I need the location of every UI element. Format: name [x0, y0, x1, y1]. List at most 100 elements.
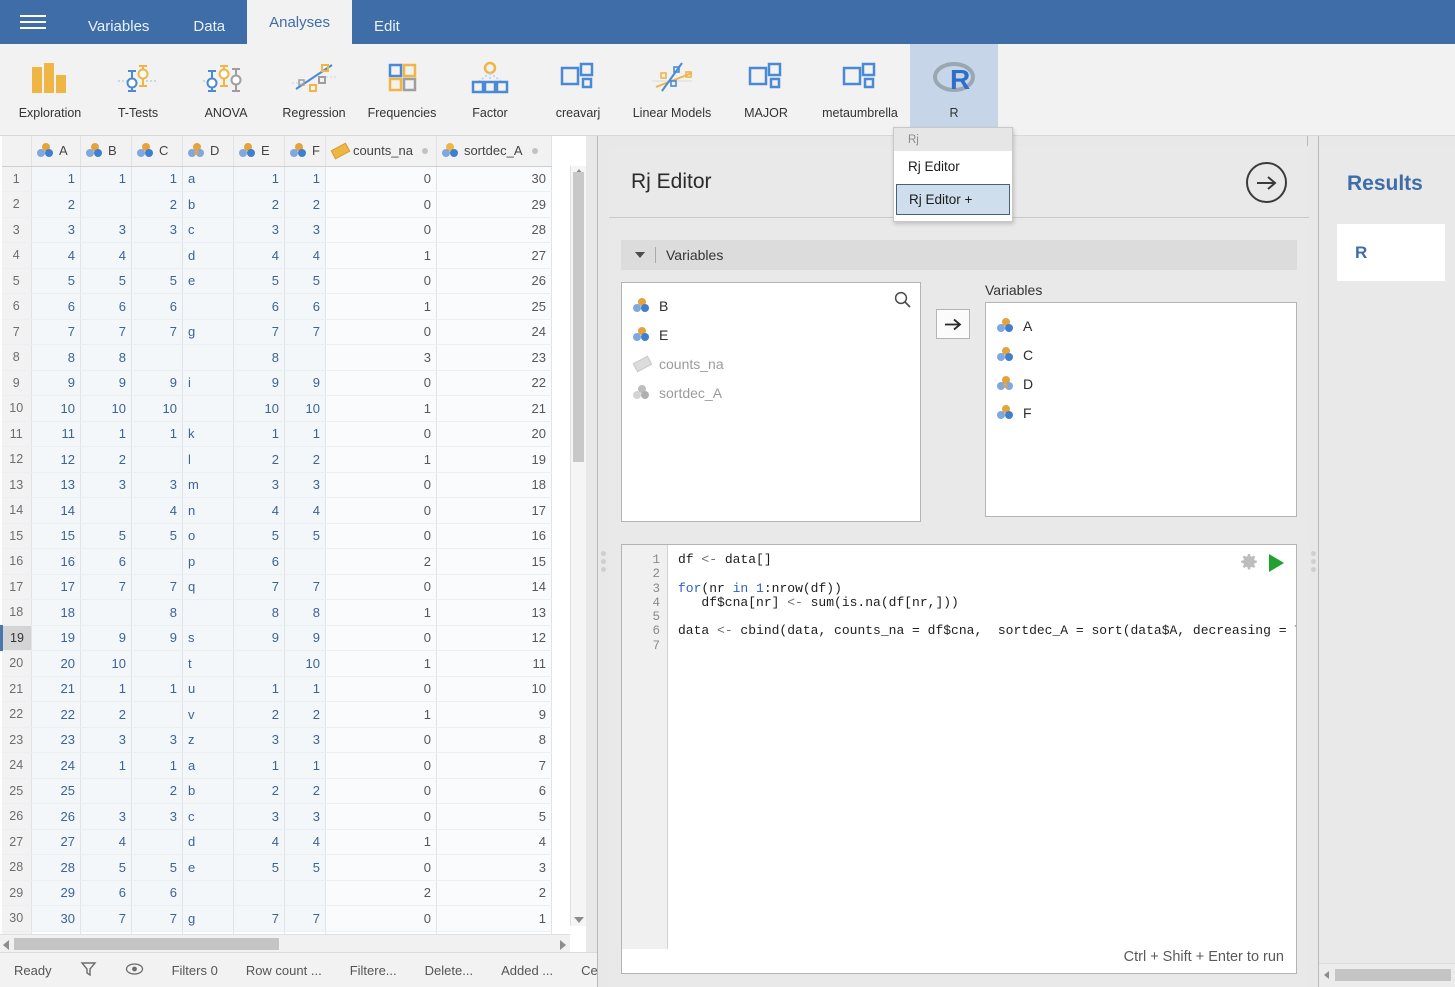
row-header[interactable]: 30: [2, 906, 32, 932]
cell-D-28[interactable]: e: [183, 855, 234, 881]
cell-C-18[interactable]: 8: [132, 600, 183, 626]
target-variables-list[interactable]: A C aD F: [985, 302, 1297, 517]
cell-B-26[interactable]: 3: [81, 804, 132, 830]
cell-A-30[interactable]: 30: [32, 906, 81, 932]
cell-C-24[interactable]: 1: [132, 753, 183, 779]
cell-E-8[interactable]: 8: [234, 345, 285, 371]
cell-counts_na-4[interactable]: 1: [325, 243, 436, 269]
cell-D-29[interactable]: [183, 880, 234, 906]
cell-D-17[interactable]: q: [183, 574, 234, 600]
cell-sortdec_A-25[interactable]: 6: [436, 778, 551, 804]
tab-data[interactable]: Data: [171, 8, 247, 44]
cell-C-16[interactable]: [132, 549, 183, 575]
cell-F-27[interactable]: 4: [285, 829, 326, 855]
cell-C-7[interactable]: 7: [132, 319, 183, 345]
cell-sortdec_A-30[interactable]: 1: [436, 906, 551, 932]
row-header[interactable]: 23: [2, 727, 32, 753]
cell-A-20[interactable]: 20: [32, 651, 81, 677]
cell-B-8[interactable]: 8: [81, 345, 132, 371]
cell-A-23[interactable]: 23: [32, 727, 81, 753]
ribbon-creavarj[interactable]: creavarj: [534, 44, 622, 134]
cell-A-18[interactable]: 18: [32, 600, 81, 626]
r-code-editor[interactable]: 1234567 df <- data[] for(nr in 1:nrow(df…: [621, 544, 1297, 974]
cell-C-30[interactable]: 7: [132, 906, 183, 932]
ribbon-factor[interactable]: Factor: [446, 44, 534, 134]
cell-C-15[interactable]: 5: [132, 523, 183, 549]
cell-E-12[interactable]: 2: [234, 447, 285, 473]
cell-sortdec_A-17[interactable]: 14: [436, 574, 551, 600]
table-row[interactable]: 212111u11010: [2, 676, 552, 702]
cell-F-3[interactable]: 3: [285, 217, 326, 243]
cell-A-2[interactable]: 2: [32, 192, 81, 218]
cell-E-3[interactable]: 3: [234, 217, 285, 243]
cell-B-21[interactable]: 1: [81, 676, 132, 702]
cell-F-15[interactable]: 5: [285, 523, 326, 549]
cell-B-29[interactable]: 6: [81, 880, 132, 906]
table-row[interactable]: 222b22029: [2, 192, 552, 218]
cell-F-22[interactable]: 2: [285, 702, 326, 728]
arrow-right-circle-icon[interactable]: [1246, 162, 1287, 203]
cell-sortdec_A-27[interactable]: 4: [436, 829, 551, 855]
results-item-r[interactable]: R: [1337, 224, 1445, 281]
cell-C-13[interactable]: 3: [132, 472, 183, 498]
cell-sortdec_A-23[interactable]: 8: [436, 727, 551, 753]
cell-counts_na-15[interactable]: 0: [325, 523, 436, 549]
row-header[interactable]: 14: [2, 498, 32, 524]
row-header[interactable]: 7: [2, 319, 32, 345]
cell-E-28[interactable]: 5: [234, 855, 285, 881]
cell-C-28[interactable]: 5: [132, 855, 183, 881]
cell-B-18[interactable]: [81, 600, 132, 626]
cell-D-1[interactable]: a: [183, 166, 234, 192]
list-item[interactable]: sortdec_A: [628, 378, 914, 407]
cell-F-5[interactable]: 5: [285, 268, 326, 294]
cell-D-13[interactable]: m: [183, 472, 234, 498]
cell-E-18[interactable]: 8: [234, 600, 285, 626]
cell-counts_na-30[interactable]: 0: [325, 906, 436, 932]
cell-F-16[interactable]: [285, 549, 326, 575]
cell-D-5[interactable]: e: [183, 268, 234, 294]
cell-F-6[interactable]: 6: [285, 294, 326, 320]
cell-counts_na-13[interactable]: 0: [325, 472, 436, 498]
scroll-thumb[interactable]: [1335, 969, 1451, 981]
results-horizontal-scrollbar[interactable]: [1319, 963, 1455, 987]
cell-D-11[interactable]: k: [183, 421, 234, 447]
row-header[interactable]: 28: [2, 855, 32, 881]
cell-E-13[interactable]: 3: [234, 472, 285, 498]
table-row[interactable]: 303077g7701: [2, 906, 552, 932]
cell-sortdec_A-19[interactable]: 12: [436, 625, 551, 651]
cell-E-20[interactable]: [234, 651, 285, 677]
row-header[interactable]: 18: [2, 600, 32, 626]
cell-sortdec_A-21[interactable]: 10: [436, 676, 551, 702]
cell-counts_na-6[interactable]: 1: [325, 294, 436, 320]
cell-C-8[interactable]: [132, 345, 183, 371]
code-text-area[interactable]: df <- data[] for(nr in 1:nrow(df)) df$cn…: [668, 545, 1296, 949]
eye-icon[interactable]: [111, 962, 158, 979]
cell-F-2[interactable]: 2: [285, 192, 326, 218]
cell-counts_na-11[interactable]: 0: [325, 421, 436, 447]
cell-A-21[interactable]: 21: [32, 676, 81, 702]
cell-F-8[interactable]: [285, 345, 326, 371]
row-header[interactable]: 19: [2, 625, 32, 651]
cell-sortdec_A-26[interactable]: 5: [436, 804, 551, 830]
cell-counts_na-27[interactable]: 1: [325, 829, 436, 855]
grid-body[interactable]: 1111a11030222b220293333c33028444d4412755…: [2, 166, 552, 952]
filter-icon[interactable]: [66, 960, 111, 980]
cell-B-16[interactable]: 6: [81, 549, 132, 575]
cell-E-10[interactable]: 10: [234, 396, 285, 422]
row-header[interactable]: 10: [2, 396, 32, 422]
table-row[interactable]: 25252b2206: [2, 778, 552, 804]
table-row[interactable]: 3333c33028: [2, 217, 552, 243]
ribbon-frequencies[interactable]: Frequencies: [358, 44, 446, 134]
table-row[interactable]: 444d44127: [2, 243, 552, 269]
col-header-E[interactable]: E: [234, 136, 285, 166]
cell-counts_na-14[interactable]: 0: [325, 498, 436, 524]
table-row[interactable]: 111111k11020: [2, 421, 552, 447]
cell-B-23[interactable]: 3: [81, 727, 132, 753]
cell-C-14[interactable]: 4: [132, 498, 183, 524]
cell-E-29[interactable]: [234, 880, 285, 906]
cell-E-22[interactable]: 2: [234, 702, 285, 728]
cell-D-4[interactable]: d: [183, 243, 234, 269]
cell-C-21[interactable]: 1: [132, 676, 183, 702]
cell-E-19[interactable]: 9: [234, 625, 285, 651]
cell-sortdec_A-13[interactable]: 18: [436, 472, 551, 498]
